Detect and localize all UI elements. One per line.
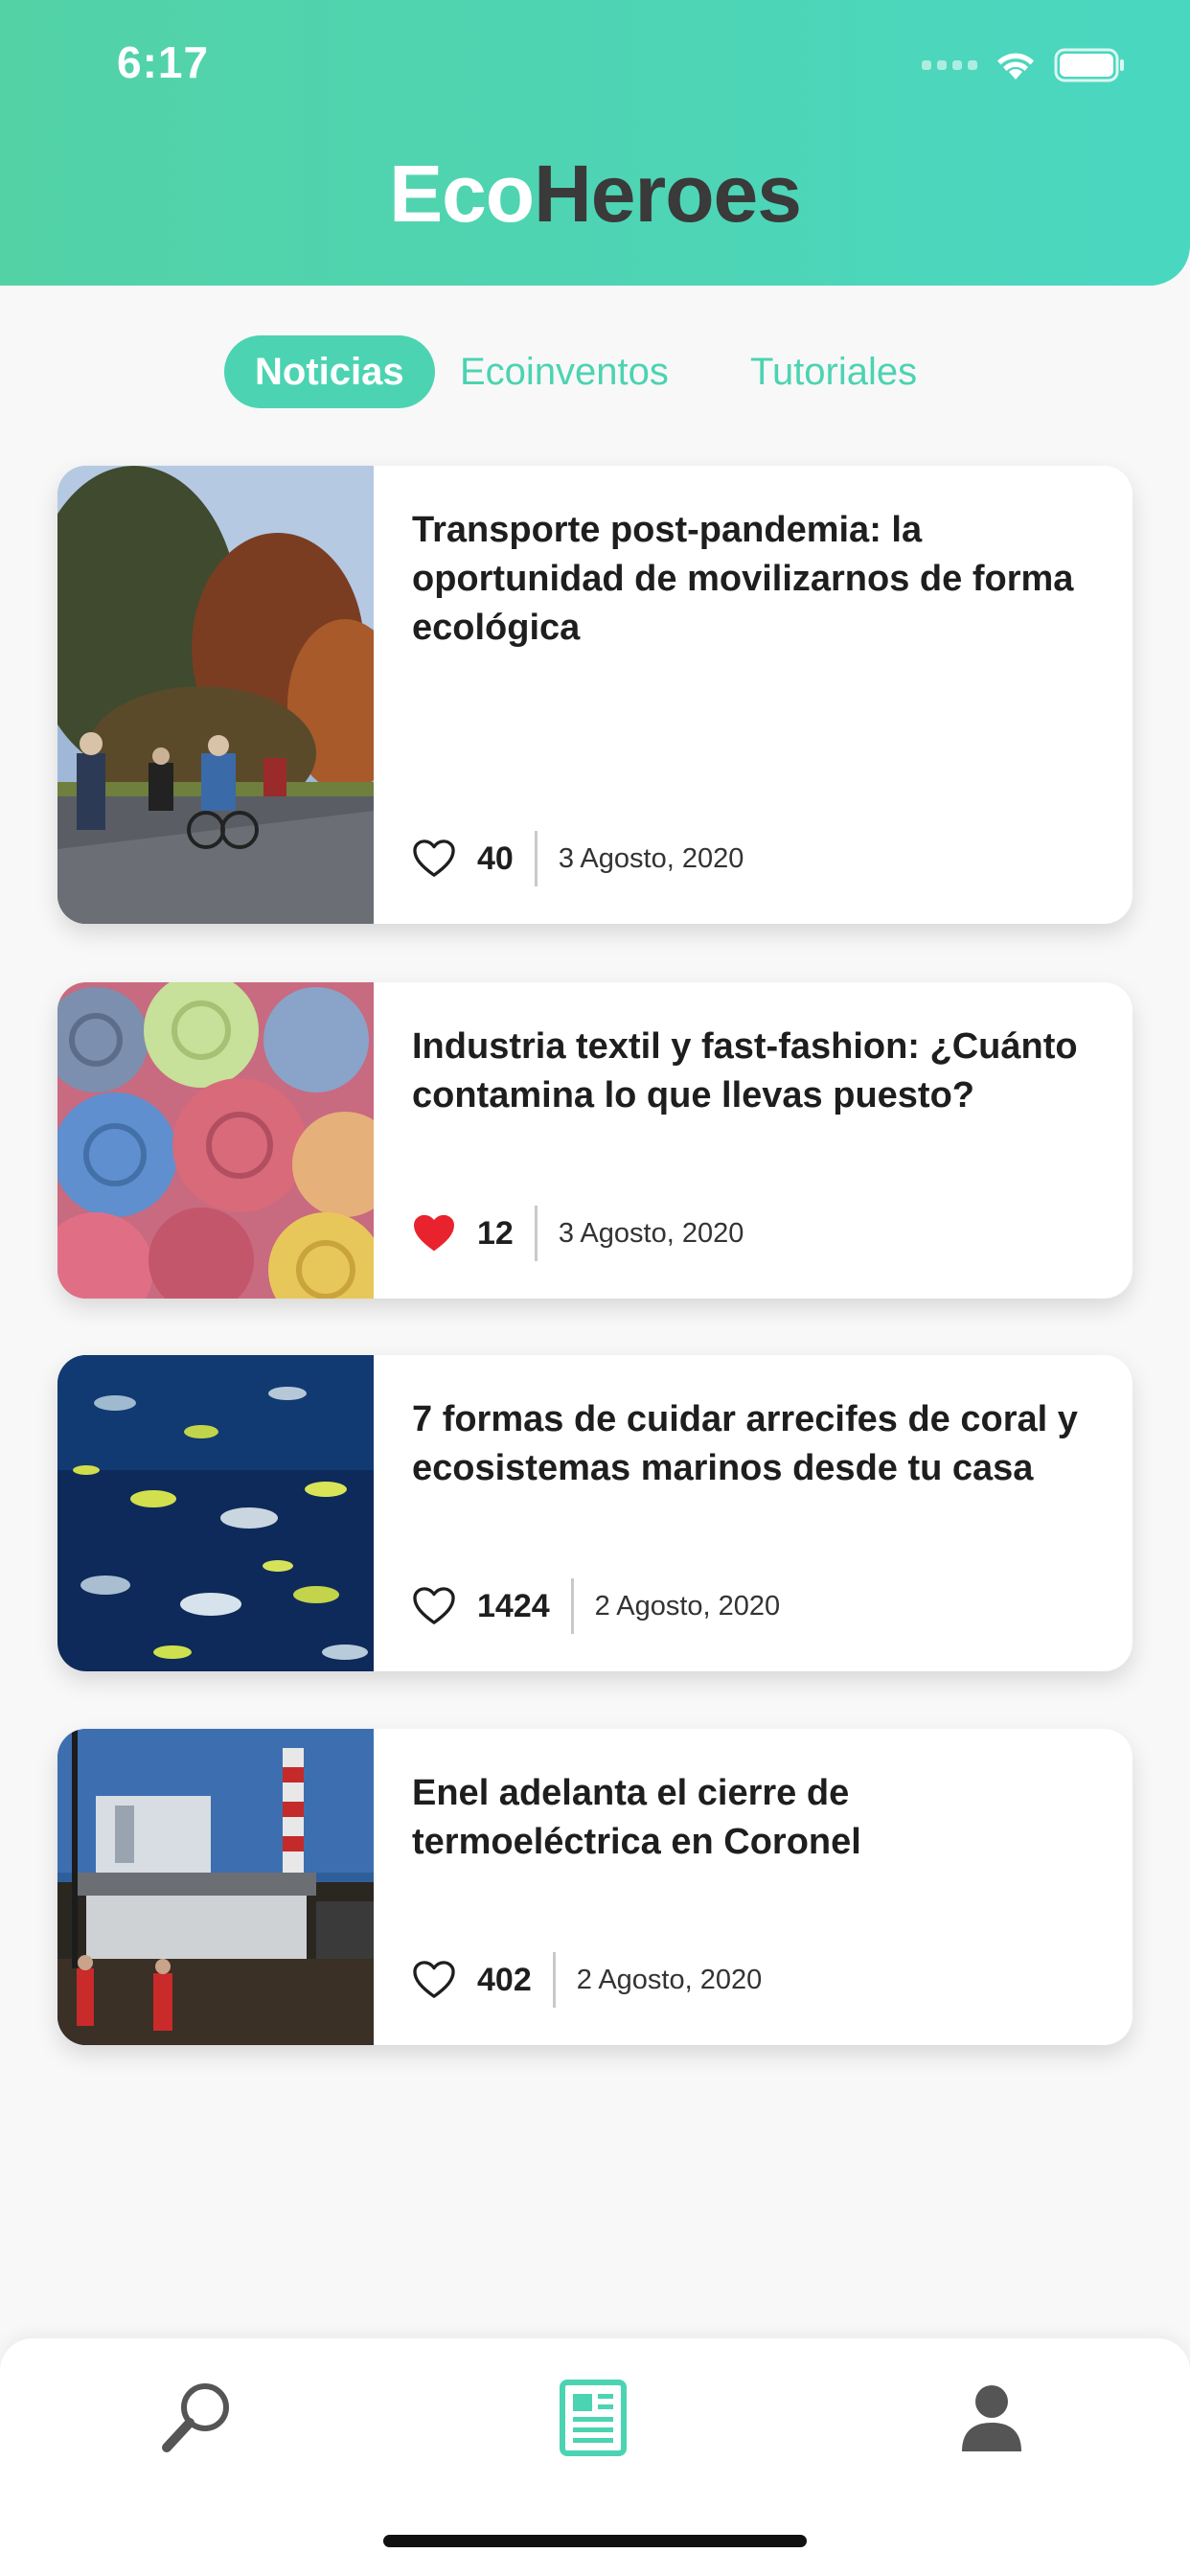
app-title-eco: Eco (389, 149, 535, 239)
article-card[interactable]: Transporte post-pandemia: la oportunidad… (57, 466, 1133, 924)
search-icon[interactable] (155, 2375, 241, 2461)
article-date: 3 Agosto, 2020 (558, 842, 744, 874)
article-body: 7 formas de cuidar arrecifes de coral y … (412, 1355, 1094, 1671)
article-body: Enel adelanta el cierre de termoeléctric… (412, 1729, 1094, 2045)
like-count: 402 (477, 1961, 532, 1998)
article-title: Enel adelanta el cierre de termoeléctric… (412, 1773, 861, 1862)
heart-outline-icon[interactable] (412, 1960, 456, 2000)
article-title: Industria textil y fast-fashion: ¿Cuánto… (412, 1026, 1078, 1116)
meta-divider (534, 1206, 538, 1261)
like-count: 1424 (477, 1587, 550, 1624)
article-image-power-plant (57, 1729, 374, 2045)
heart-filled-icon[interactable] (412, 1213, 456, 1254)
article-image-textiles (57, 982, 374, 1299)
cellular-signal-icon (922, 60, 977, 70)
status-time: 6:17 (117, 37, 210, 87)
article-image-cyclists (57, 466, 374, 924)
article-body: Transporte post-pandemia: la oportunidad… (412, 466, 1094, 924)
meta-divider (534, 831, 538, 886)
status-icons (922, 46, 1127, 84)
heart-outline-icon[interactable] (412, 1586, 456, 1626)
tab-ecoinventos[interactable]: Ecoinventos (460, 335, 669, 408)
article-body: Industria textil y fast-fashion: ¿Cuánto… (412, 982, 1094, 1299)
article-card[interactable]: 7 formas de cuidar arrecifes de coral y … (57, 1355, 1133, 1671)
home-indicator[interactable] (383, 2535, 807, 2547)
article-meta: 1424 2 Agosto, 2020 (412, 1577, 780, 1635)
category-tabs: Noticias Ecoinventos Tutoriales (0, 335, 1190, 408)
article-meta: 402 2 Agosto, 2020 (412, 1951, 762, 2009)
like-count: 12 (477, 1214, 514, 1252)
battery-icon (1054, 48, 1124, 82)
article-image-fish (57, 1355, 374, 1671)
meta-divider (570, 1578, 574, 1634)
article-title: Transporte post-pandemia: la oportunidad… (412, 510, 1074, 648)
app-title-heroes: Heroes (534, 149, 802, 239)
article-meta: 40 3 Agosto, 2020 (412, 830, 744, 887)
article-title: 7 formas de cuidar arrecifes de coral y … (412, 1399, 1078, 1488)
article-card[interactable]: Enel adelanta el cierre de termoeléctric… (57, 1729, 1133, 2045)
meta-divider (552, 1952, 556, 2008)
article-date: 3 Agosto, 2020 (558, 1217, 744, 1249)
wifi-icon (997, 53, 1034, 80)
app-header: 6:17 EcoHeroes (0, 0, 1190, 286)
like-count: 40 (477, 840, 514, 877)
heart-outline-icon[interactable] (412, 839, 456, 879)
tab-noticias[interactable]: Noticias (224, 335, 435, 408)
newspaper-icon[interactable] (550, 2375, 636, 2461)
article-meta: 12 3 Agosto, 2020 (412, 1205, 744, 1262)
article-date: 2 Agosto, 2020 (594, 1590, 781, 1622)
article-date: 2 Agosto, 2020 (576, 1964, 763, 1995)
app-logo-title: EcoHeroes (0, 153, 1190, 234)
article-card[interactable]: Industria textil y fast-fashion: ¿Cuánto… (57, 982, 1133, 1299)
user-icon[interactable] (949, 2375, 1035, 2461)
tab-tutoriales[interactable]: Tutoriales (750, 335, 917, 408)
